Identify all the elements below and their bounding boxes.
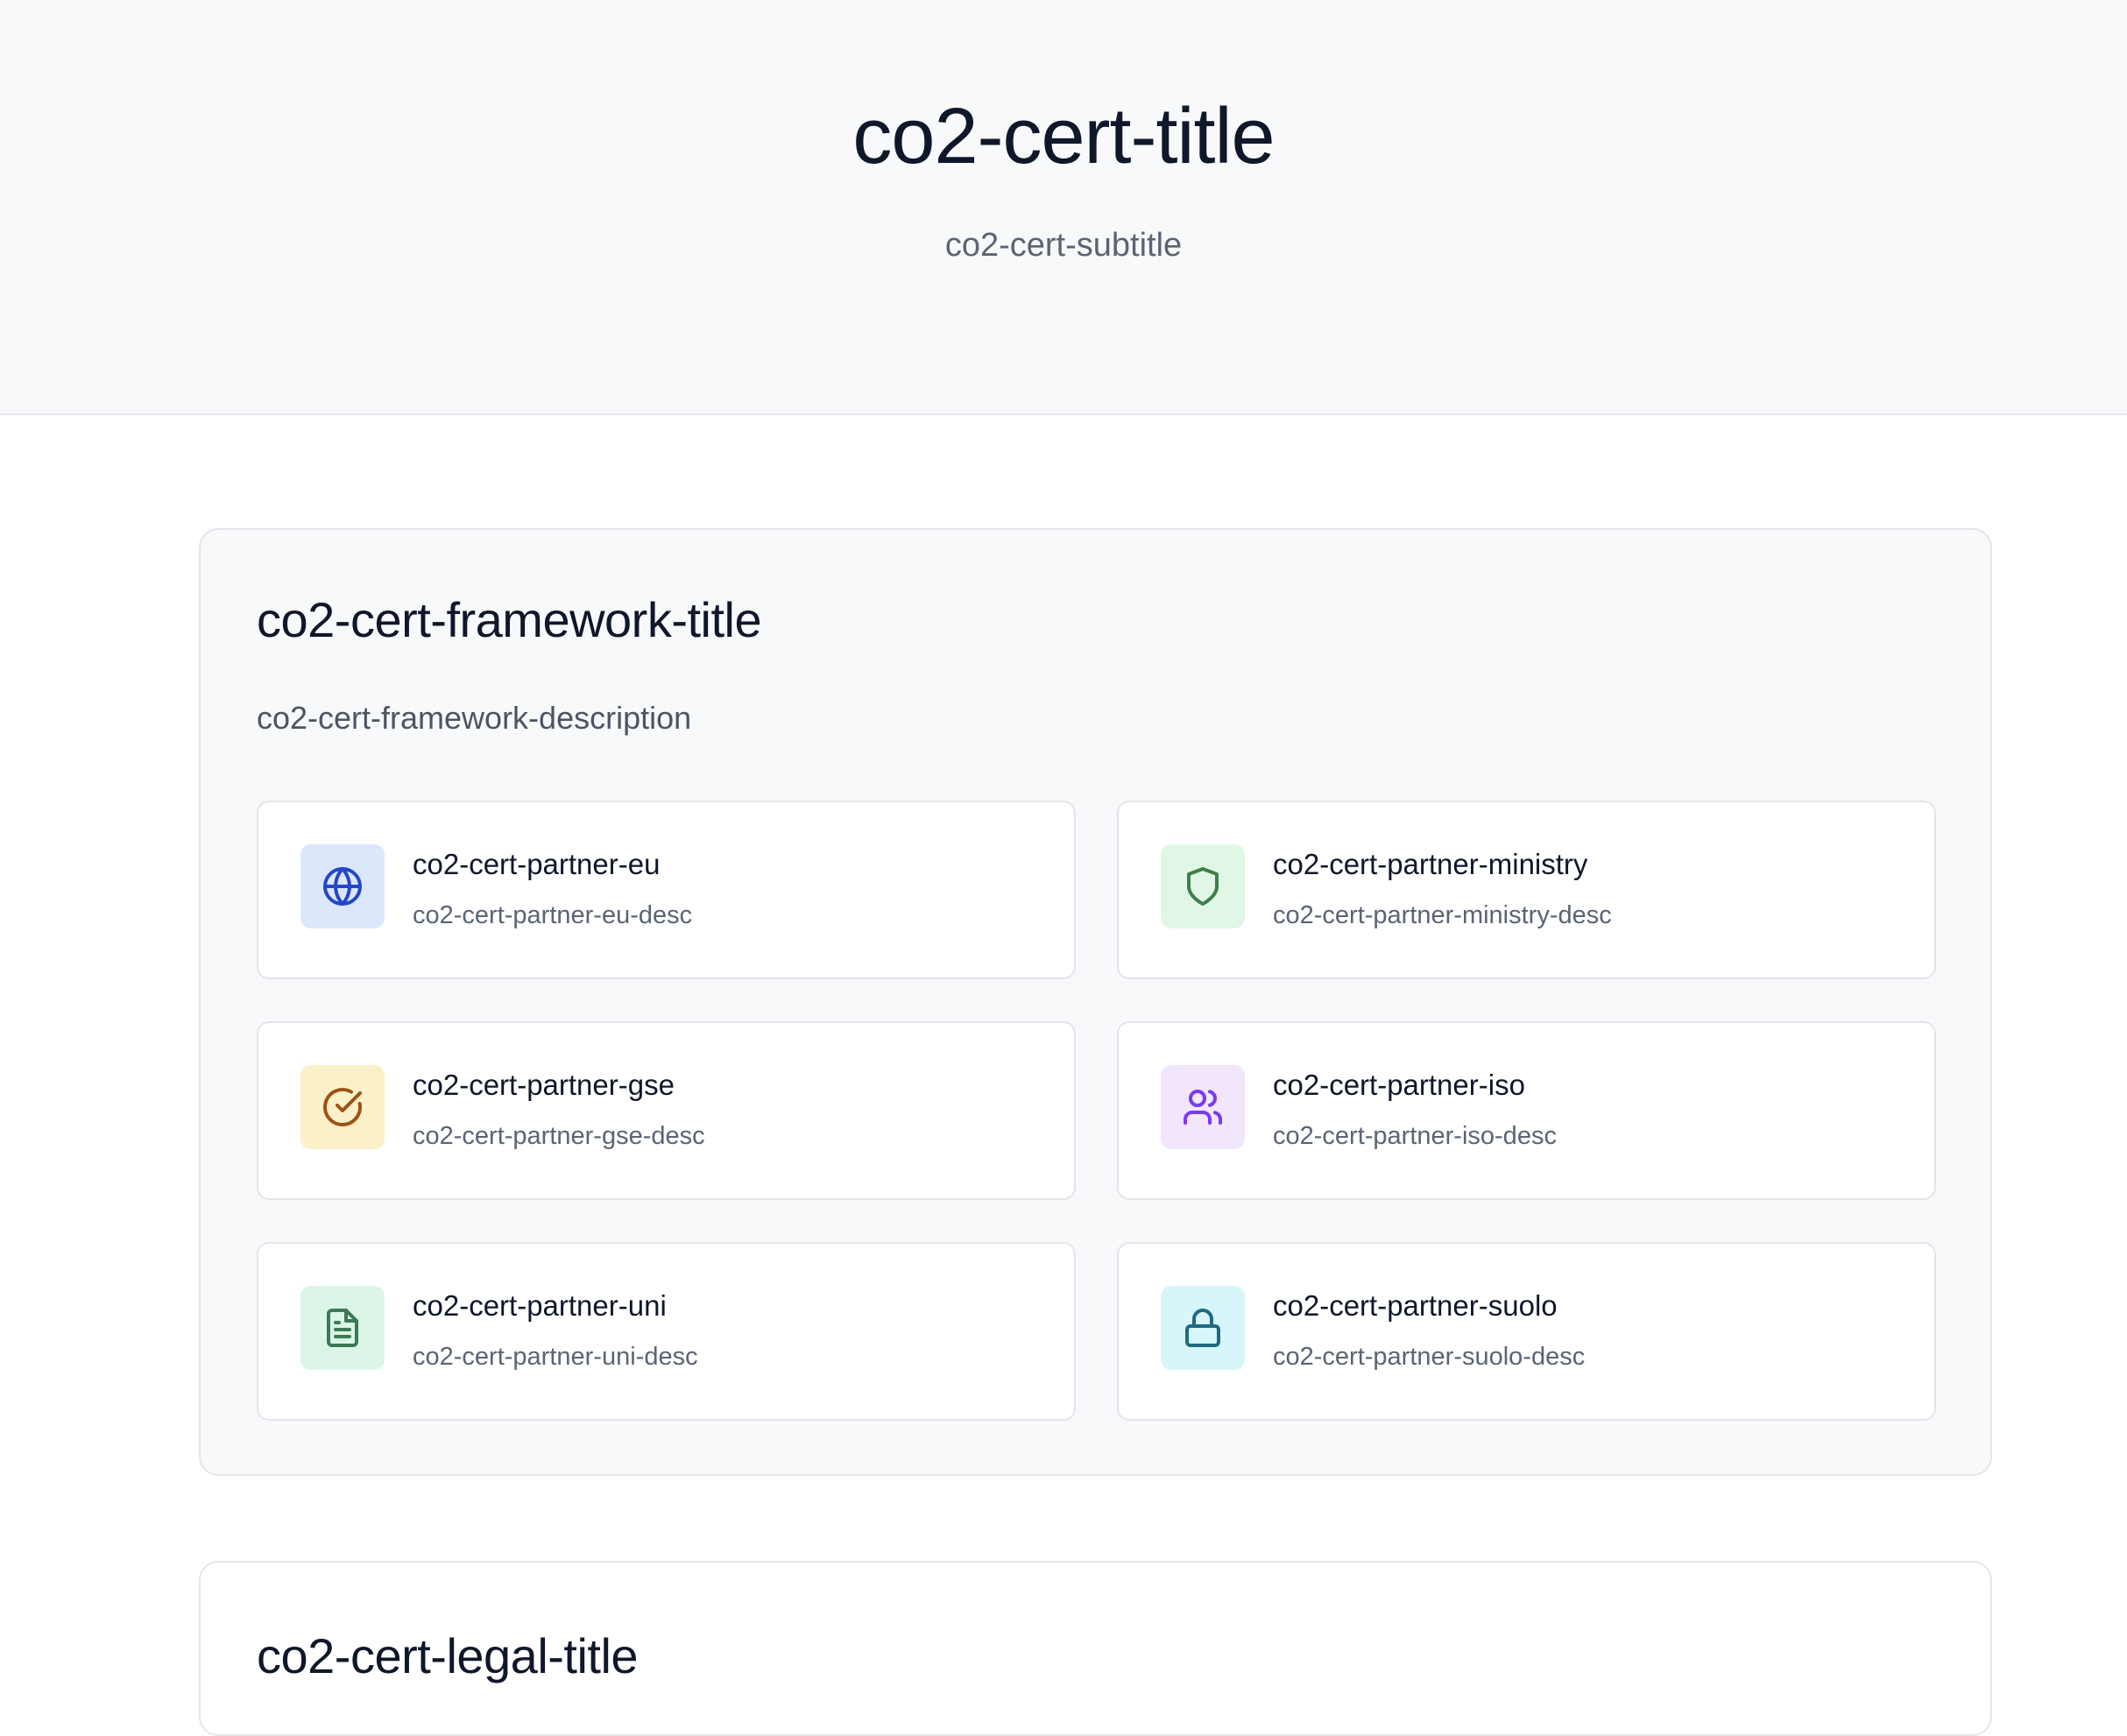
partner-card-iso: co2-cert-partner-iso co2-cert-partner-is… (1117, 1021, 1936, 1200)
legal-title: co2-cert-legal-title (257, 1628, 639, 1683)
partner-description: co2-cert-partner-ministry-desc (1273, 901, 1612, 929)
partner-name: co2-cert-partner-ministry (1273, 848, 1588, 880)
partner-card-gse: co2-cert-partner-gse co2-cert-partner-gs… (257, 1021, 1076, 1200)
partner-description: co2-cert-partner-eu-desc (413, 901, 693, 929)
partner-description: co2-cert-partner-iso-desc (1273, 1122, 1557, 1150)
partner-icon-box (1161, 844, 1245, 928)
partner-name: co2-cert-partner-iso (1273, 1069, 1525, 1101)
lock-icon (1185, 1309, 1220, 1347)
partner-icon-box (300, 1065, 385, 1149)
legal-section: co2-cert-legal-title (199, 1561, 1992, 1736)
partner-card-ministry: co2-cert-partner-ministry co2-cert-partn… (1117, 801, 1936, 979)
partner-name: co2-cert-partner-gse (413, 1069, 675, 1101)
partner-card-uni: co2-cert-partner-uni co2-cert-partner-un… (257, 1242, 1076, 1421)
globe-icon (323, 867, 362, 906)
framework-section: co2-cert-framework-title co2-cert-framew… (199, 528, 1992, 1476)
partner-name: co2-cert-partner-eu (413, 848, 661, 880)
document-icon (327, 1309, 358, 1347)
users-icon (1184, 1090, 1222, 1125)
partner-card-eu: co2-cert-partner-eu co2-cert-partner-eu-… (257, 801, 1076, 979)
framework-description: co2-cert-framework-description (257, 700, 692, 736)
partner-description: co2-cert-partner-gse-desc (413, 1122, 705, 1150)
hero-banner: co2-cert-title co2-cert-subtitle (0, 0, 2127, 415)
partner-icon-box (1161, 1065, 1245, 1149)
partner-icon-box (1161, 1286, 1245, 1370)
partner-icon-box (300, 844, 385, 928)
partner-name: co2-cert-partner-suolo (1273, 1289, 1558, 1322)
partner-card-suolo: co2-cert-partner-suolo co2-cert-partner-… (1117, 1242, 1936, 1421)
check-circle-icon (323, 1088, 362, 1126)
partner-description: co2-cert-partner-suolo-desc (1273, 1343, 1586, 1371)
shield-icon (1187, 867, 1219, 906)
partner-name: co2-cert-partner-uni (413, 1289, 667, 1322)
partner-icon-box (300, 1286, 385, 1370)
framework-title: co2-cert-framework-title (257, 592, 762, 647)
partner-description: co2-cert-partner-uni-desc (413, 1343, 698, 1371)
page-title: co2-cert-title (852, 93, 1275, 180)
page-subtitle: co2-cert-subtitle (944, 227, 1183, 264)
